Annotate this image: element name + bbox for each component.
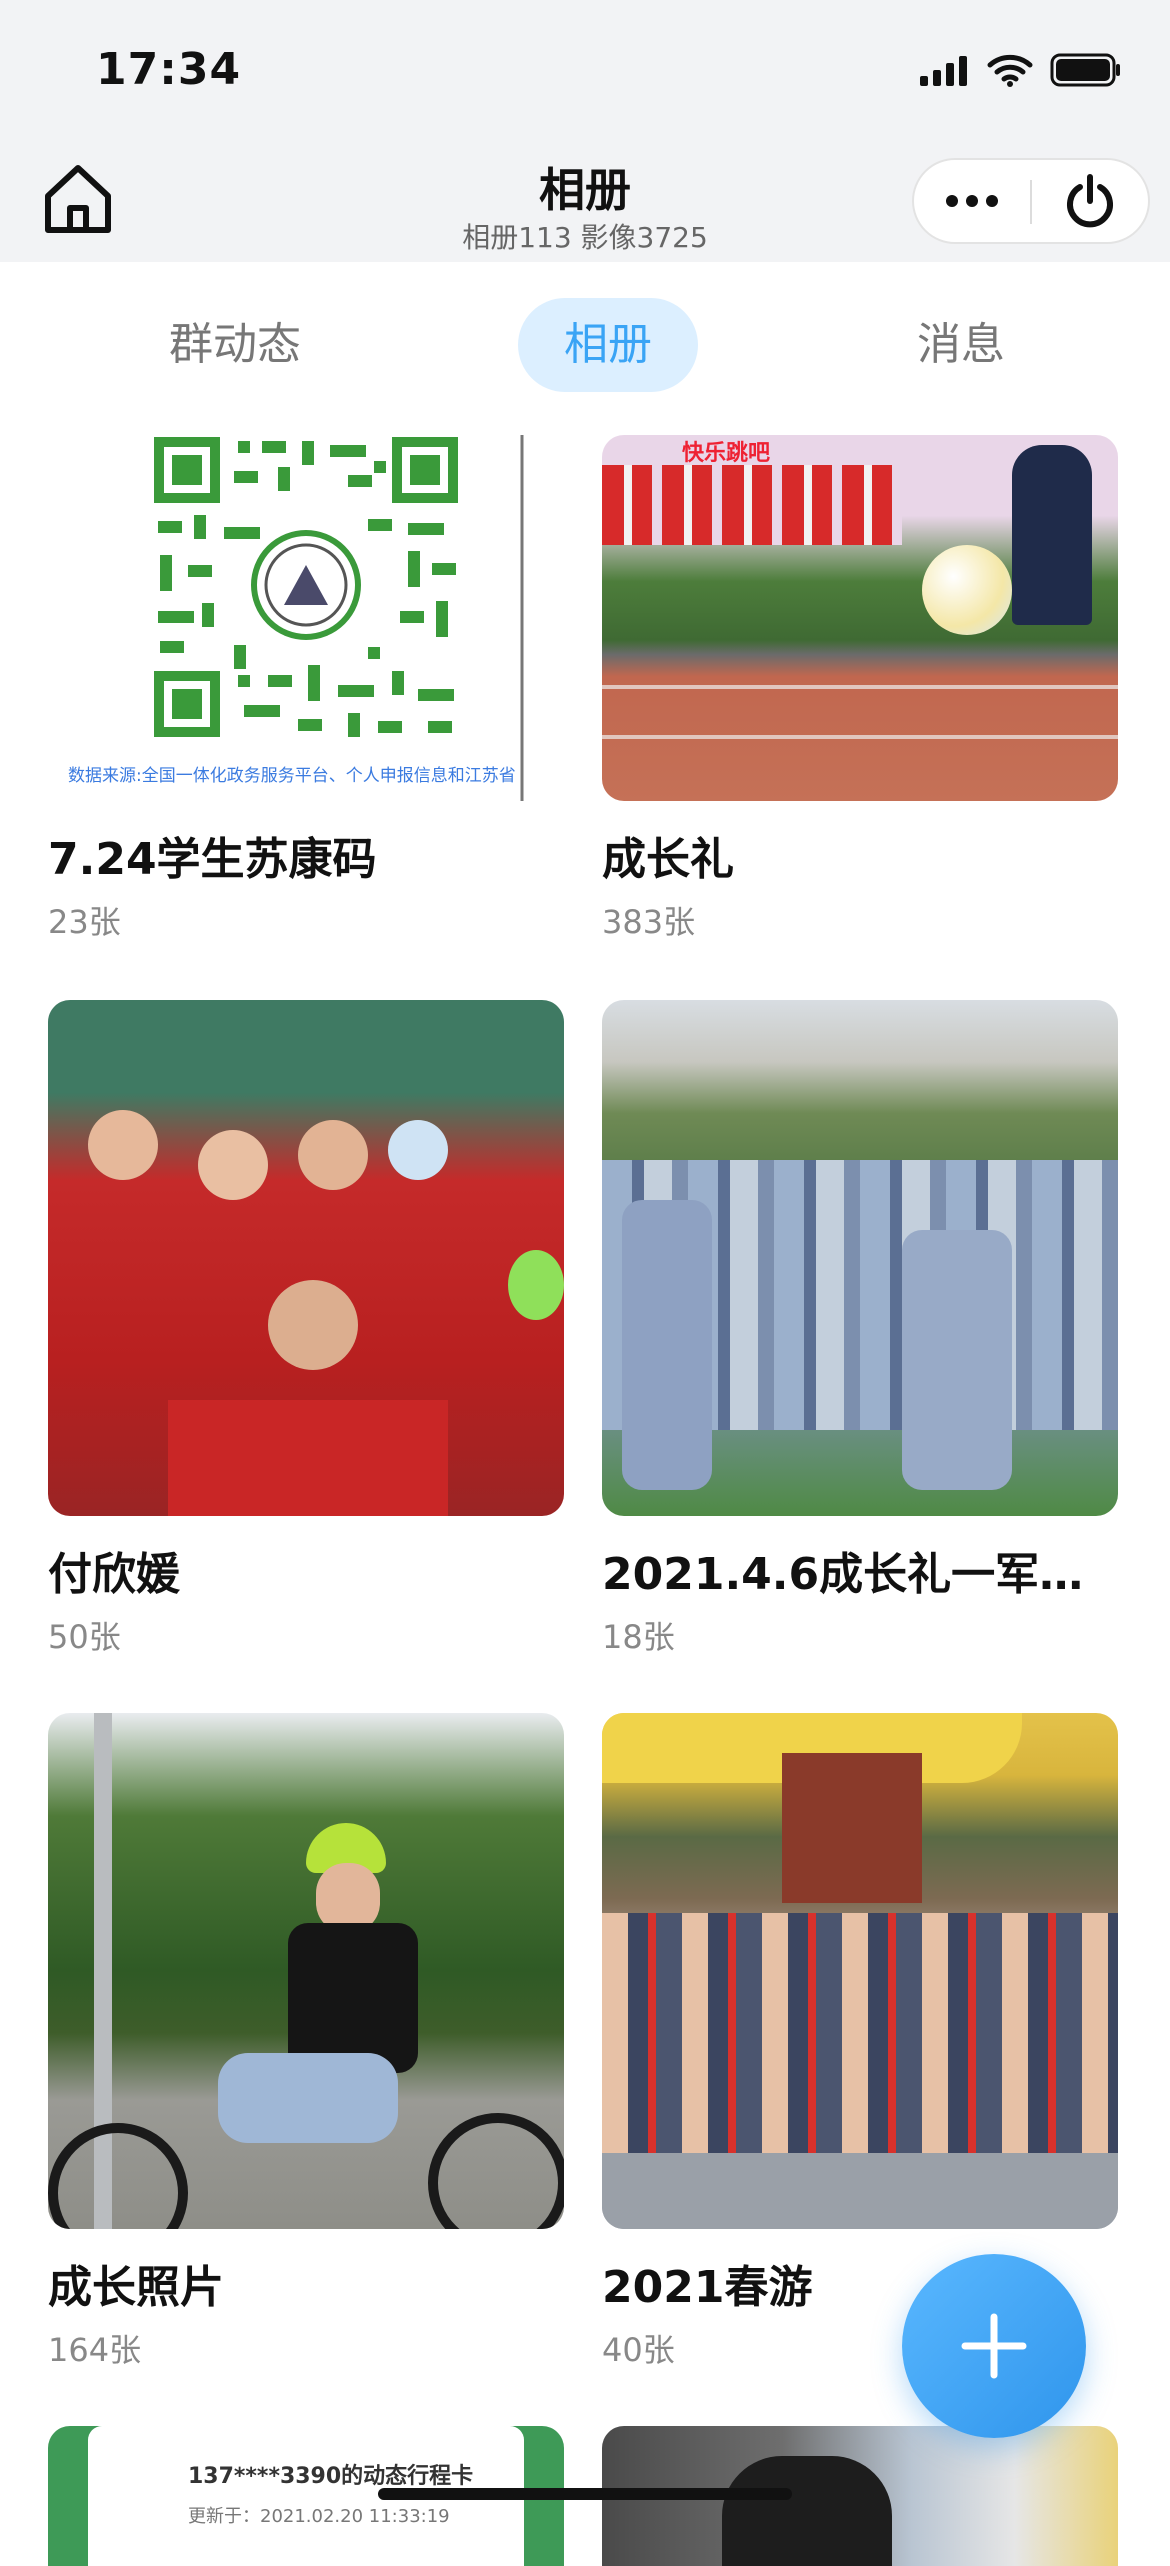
battery-icon	[1050, 53, 1120, 87]
child-hair	[722, 2456, 892, 2566]
wifi-icon	[987, 54, 1033, 87]
more-dots-icon	[946, 195, 998, 207]
album-card[interactable]: 成长照片 164张	[48, 1713, 564, 2371]
bike-wheel	[428, 2113, 564, 2229]
home-indicator	[378, 2488, 792, 2500]
student	[902, 1230, 1012, 1490]
album-card[interactable]: 付欣媛 50张	[48, 1000, 564, 1658]
track-line	[602, 735, 1118, 739]
album-cover: 数据来源:全国一体化政务服务平台、个人申报信息和江苏省	[48, 435, 564, 801]
album-cover-caption: 数据来源:全国一体化政务服务平台、个人申报信息和江苏省	[68, 766, 516, 786]
balloon	[922, 545, 1012, 635]
child-face	[298, 1120, 368, 1190]
album-cover: 快乐跳吧	[602, 435, 1118, 801]
qr-code-image	[48, 435, 564, 801]
performers	[602, 465, 902, 545]
tab-bar: 群动态 相册 消息	[0, 294, 1170, 402]
red-shirt	[168, 1400, 448, 1516]
balloon	[388, 1120, 448, 1180]
students-group	[602, 1913, 1118, 2153]
nav-bar: 相册 相册113 影像3725	[0, 140, 1170, 262]
album-title: 成长礼	[602, 834, 734, 885]
add-album-button[interactable]	[902, 2254, 1086, 2438]
album-card[interactable]: 快乐跳吧 成长礼 383张	[602, 435, 1118, 943]
close-mini-program-button[interactable]	[1032, 160, 1148, 242]
album-count: 18张	[602, 1618, 675, 1656]
album-cover	[48, 1713, 564, 2229]
album-cover	[48, 1000, 564, 1516]
album-cover-caption: 快乐跳吧	[682, 441, 771, 466]
tab-group-feed[interactable]: 群动态	[140, 298, 330, 392]
album-title: 成长照片	[48, 2262, 224, 2313]
status-bar: 17:34	[0, 0, 1170, 140]
album-cover	[602, 1000, 1118, 1516]
black-tshirt	[288, 1923, 418, 2073]
album-title: 2021.4.6成长礼一军…	[602, 1549, 1084, 1600]
jeans	[218, 2053, 398, 2143]
balloon	[508, 1250, 564, 1320]
album-count: 50张	[48, 1618, 121, 1656]
power-icon	[1067, 174, 1113, 228]
more-button[interactable]	[914, 160, 1030, 242]
child-face	[268, 1280, 358, 1370]
plus-icon	[961, 2313, 1027, 2379]
album-card[interactable]: 数据来源:全国一体化政务服务平台、个人申报信息和江苏省 7.24学生苏康码 23…	[48, 435, 564, 943]
bike-wheel	[48, 2123, 188, 2229]
album-title: 付欣媛	[48, 1549, 180, 1600]
itinerary-title: 137****3390的动态行程卡	[188, 2464, 474, 2489]
album-count: 383张	[602, 903, 696, 941]
cellular-signal-icon	[920, 56, 967, 86]
album-count: 23张	[48, 903, 121, 941]
tab-messages[interactable]: 消息	[866, 298, 1056, 392]
itinerary-updated: 更新于：2021.02.20 11:33:19	[188, 2506, 450, 2527]
student	[622, 1200, 712, 1490]
album-cover	[602, 1713, 1118, 2229]
mini-program-capsule	[912, 158, 1150, 244]
album-title: 7.24学生苏康码	[48, 834, 377, 885]
tab-albums[interactable]: 相册	[518, 298, 698, 392]
status-icons	[918, 52, 1122, 88]
person-silhouette	[1012, 445, 1092, 625]
pavilion	[782, 1753, 922, 1903]
track-line	[602, 685, 1118, 689]
album-card[interactable]: 2021.4.6成长礼一军… 18张	[602, 1000, 1118, 1658]
ground	[602, 2153, 1118, 2229]
status-time: 17:34	[96, 44, 242, 95]
child-face	[88, 1110, 158, 1180]
child-face	[198, 1130, 268, 1200]
album-count: 164张	[48, 2331, 142, 2369]
